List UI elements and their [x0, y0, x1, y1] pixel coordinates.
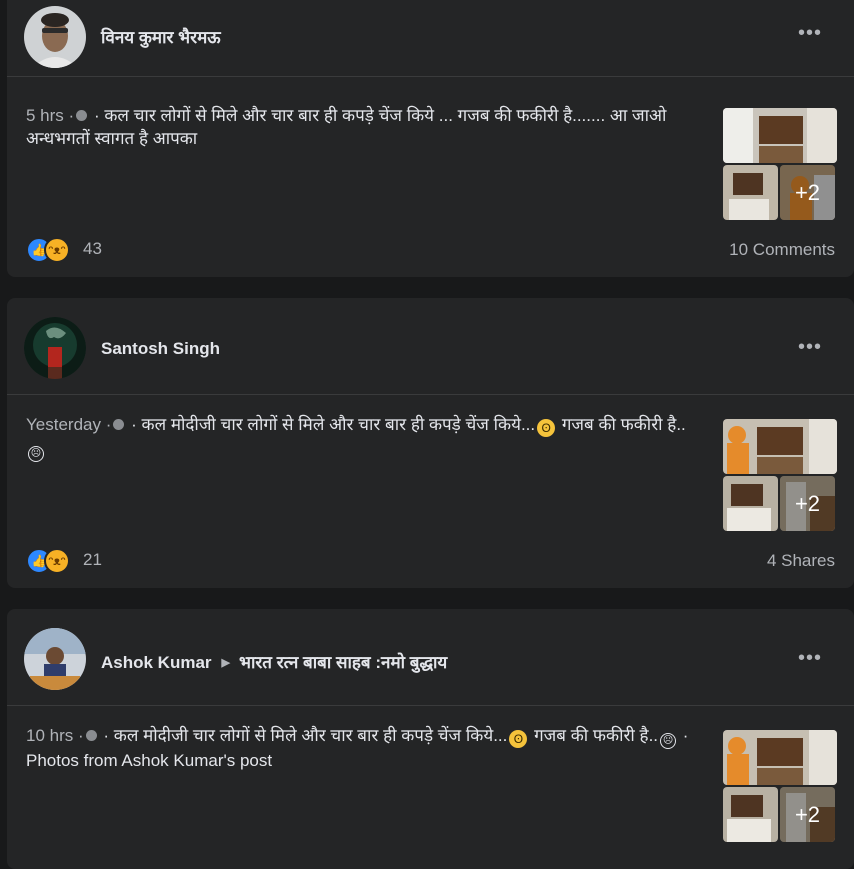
photo-thumbnail[interactable]: +2 — [780, 787, 835, 842]
post-card: Santosh Singh ••• Yesterday · · कल मोदीज… — [7, 298, 854, 588]
haha-reaction-icon: ᵔᴥᵔ — [44, 237, 70, 263]
photo-thumbnail[interactable] — [723, 165, 778, 220]
post-text: 5 hrs · · कल चार लोगों से मिले और चार बा… — [26, 104, 698, 150]
post-header: विनय कुमार भैरमऊ ••• — [7, 0, 854, 70]
globe-icon — [76, 110, 88, 121]
meta-separator: · — [105, 415, 112, 434]
post-text: 10 hrs · · कल मोदीजी चार लोगों से मिले औ… — [26, 724, 698, 772]
post-header: Ashok Kumar ▶ भारत रत्न बाबा साहब :नमो बुद… — [7, 609, 854, 690]
haha-reaction-icon: ᵔᴥᵔ — [44, 548, 70, 574]
photo-thumbnail[interactable] — [723, 419, 837, 474]
photo-grid[interactable]: +2 — [723, 730, 837, 842]
divider — [7, 76, 854, 77]
photo-thumbnail[interactable]: +2 — [780, 165, 835, 220]
meta-separator: · — [68, 106, 75, 125]
more-photos-count: +2 — [780, 165, 835, 220]
photo-thumbnail[interactable] — [723, 730, 837, 785]
photo-thumbnail[interactable] — [723, 108, 837, 163]
divider — [7, 705, 854, 706]
post-message: · कल मोदीजी चार लोगों से मिले और चार बार… — [103, 726, 508, 745]
post-message-cont: गजब की फकीरी है.. — [529, 726, 659, 745]
group-name[interactable]: भारत रत्न बाबा साहब :नमो बुद्धाय — [239, 653, 447, 672]
reaction-count[interactable]: 21 — [83, 550, 102, 570]
post-header: Santosh Singh ••• — [7, 298, 854, 379]
post-card: Ashok Kumar ▶ भारत रत्न बाबा साहब :नमो बुद… — [7, 609, 854, 869]
timestamp[interactable]: 5 hrs — [26, 106, 64, 125]
author-name[interactable]: विनय कुमार भैरमऊ — [101, 25, 221, 48]
timestamp[interactable]: Yesterday — [26, 415, 101, 434]
more-options-icon[interactable]: ••• — [798, 23, 822, 46]
post-message-cont: गजब की फकीरी है.. — [557, 415, 686, 434]
more-photos-count: +2 — [780, 476, 835, 531]
more-options-icon[interactable]: ••• — [798, 337, 822, 360]
avatar[interactable] — [24, 317, 86, 379]
globe-icon — [85, 730, 97, 741]
more-options-icon[interactable]: ••• — [798, 648, 822, 671]
eyeroll-emoji-icon: ʘ — [509, 730, 528, 748]
sad-emoji-icon: ☹ — [660, 733, 677, 749]
photo-grid[interactable]: +2 — [723, 108, 837, 220]
photo-grid[interactable]: +2 — [723, 419, 837, 531]
eyeroll-emoji-icon: ʘ — [537, 419, 556, 437]
author-line: Ashok Kumar ▶ भारत रत्न बाबा साहब :नमो बुद… — [101, 650, 447, 673]
timestamp[interactable]: 10 hrs — [26, 726, 73, 745]
reaction-count[interactable]: 43 — [83, 239, 102, 259]
post-text: Yesterday · · कल मोदीजी चार लोगों से मिल… — [26, 413, 698, 462]
post-message: · कल चार लोगों से मिले और चार बार ही कपड… — [26, 106, 667, 148]
photo-thumbnail[interactable] — [723, 476, 778, 531]
author-name[interactable]: Ashok Kumar — [101, 653, 212, 672]
more-photos-count: +2 — [780, 787, 835, 842]
photo-thumbnail[interactable]: +2 — [780, 476, 835, 531]
divider — [7, 394, 854, 395]
avatar[interactable] — [24, 6, 86, 68]
post-card: विनय कुमार भैरमऊ ••• 5 hrs · · कल चार लो… — [7, 0, 854, 277]
avatar[interactable] — [24, 628, 86, 690]
post-message: · कल मोदीजी चार लोगों से मिले और चार बार… — [131, 415, 536, 434]
shares-count[interactable]: 4 Shares — [767, 551, 835, 571]
meta-separator: · — [77, 726, 84, 745]
caret-right-icon: ▶ — [221, 657, 230, 669]
sad-emoji-icon: ☹ — [28, 446, 44, 462]
globe-icon — [113, 419, 125, 430]
comments-count[interactable]: 10 Comments — [729, 240, 835, 260]
photo-thumbnail[interactable] — [723, 787, 778, 842]
author-name[interactable]: Santosh Singh — [101, 339, 220, 359]
